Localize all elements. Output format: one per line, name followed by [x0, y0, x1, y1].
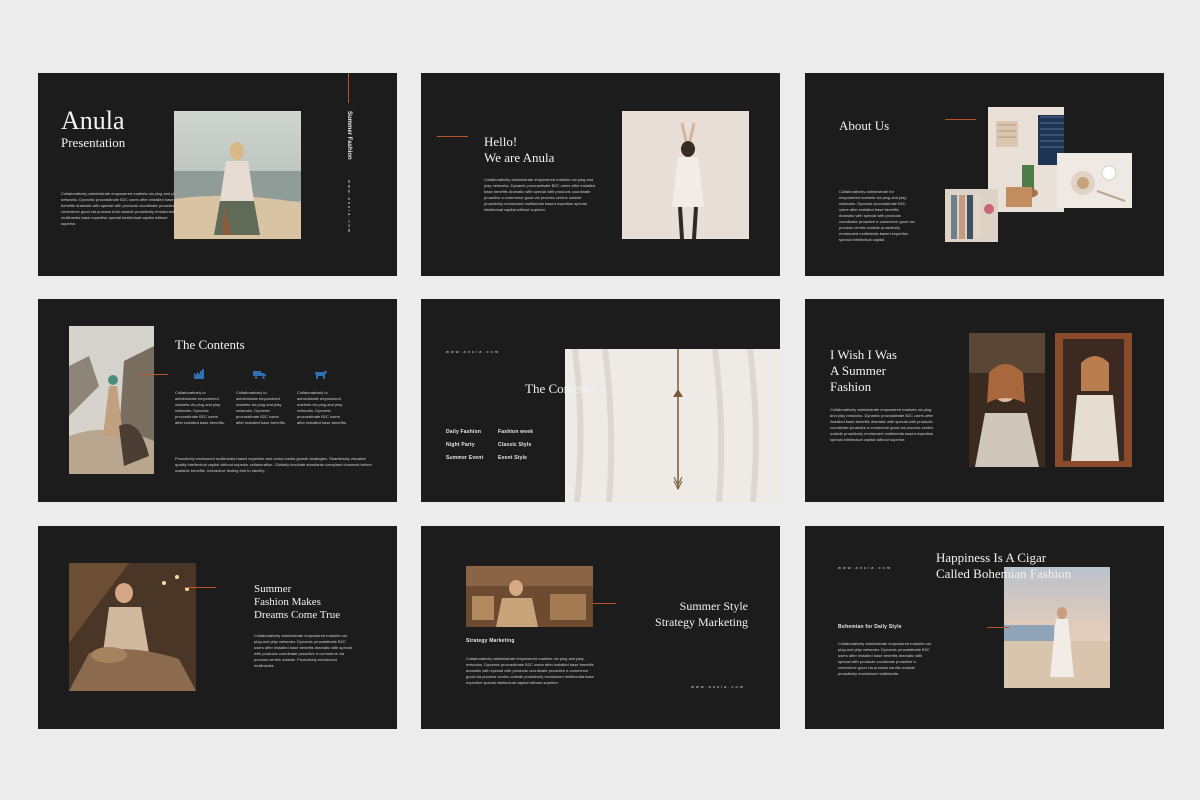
content-item-5: Summer Event [446, 455, 484, 461]
vertical-url: www.anula.com [347, 180, 352, 235]
decor-collage-photo [988, 107, 1064, 212]
slide-title-line-2: A Summer [830, 363, 886, 378]
slide-summer-wish[interactable]: I Wish I Was A Summer Fashion Collaborat… [805, 299, 1164, 502]
slide-body-text: Collaboratively administrate empowered m… [254, 633, 352, 668]
slide-body-text: Collaboratively administrate empowered m… [466, 656, 594, 685]
slide-title-line-1: Hello! [484, 134, 518, 149]
content-item-1: Daily Fashion [446, 429, 482, 435]
slide-title-line-2: We are Anula [484, 150, 555, 165]
slide-strategy[interactable]: Strategy Marketing Collaboratively admin… [421, 526, 780, 729]
slide-body-text: Collaboratively administrate empowered m… [61, 191, 179, 226]
slide-body-text: Collaboratively administrate for empower… [839, 189, 915, 242]
slide-about-us[interactable]: About Us Collaboratively administrate fo… [805, 73, 1164, 276]
slide-title: Anula [61, 106, 125, 135]
factory-icon [194, 369, 204, 379]
vertical-label: Summer Fashion [346, 111, 352, 160]
site-url: www.anula.com [838, 565, 893, 570]
accent-line [186, 587, 216, 588]
accent-line [593, 603, 616, 604]
footer-text: Proactively envisioned multimedia based … [175, 456, 372, 473]
content-item-2: Fashion week [498, 429, 534, 435]
column-1-text: Collaboratively to administrate empowere… [175, 390, 225, 425]
slide-contents-icons[interactable]: The Contents Collaboratively to administ… [38, 299, 397, 502]
slide-body-text: Collaboratively administrate empowered m… [830, 407, 934, 442]
accent-line [348, 73, 349, 103]
column-3-text: Collaboratively to administrate empowere… [297, 390, 347, 425]
slide-title-line-2: Called Bohemian Fashion [936, 566, 1072, 581]
rocky-coast-photo [69, 326, 154, 474]
artisan-photo [466, 566, 593, 627]
animal-icon [315, 370, 327, 379]
truck-icon [253, 371, 266, 379]
slide-title-line-1: Happiness Is A Cigar [936, 550, 1047, 565]
slide-body-text: Collaboratively administrate empowered m… [484, 177, 596, 212]
column-2-text: Collaboratively to administrate empowere… [236, 390, 286, 425]
section-label: Strategy Marketing [466, 638, 515, 644]
accent-line [437, 136, 468, 137]
slide-title: The Contents [175, 337, 245, 352]
slide-title-line-3: Dreams Come True [254, 609, 341, 621]
mirror-woman-photo [1055, 333, 1132, 467]
content-item-6: Event Style [498, 455, 528, 461]
slide-bohemian[interactable]: www.anula.com Happiness Is A Cigar Calle… [805, 526, 1164, 729]
portrait-woman-photo [969, 333, 1045, 467]
slide-subtitle: Presentation [61, 135, 126, 150]
woman-wall-photo [622, 111, 749, 239]
beach-woman-photo [174, 111, 301, 239]
slide-title-line-1: Summer [254, 583, 292, 595]
slide-dreams[interactable]: Summer Fashion Makes Dreams Come True Co… [38, 526, 397, 729]
accent-line [987, 627, 1009, 628]
slide-title-line-1: I Wish I Was [830, 347, 897, 362]
slide-title-line-3: Fashion [830, 379, 872, 394]
site-url: www.anula.com [691, 684, 746, 689]
tea-table-photo [1057, 153, 1132, 208]
slide-contents-list[interactable]: www.anula.com The Contents Daily Fashion… [421, 299, 780, 502]
section-label: Bohemian for Daily Style [838, 624, 902, 630]
slide-cover[interactable]: Anula Presentation Collaboratively admin… [38, 73, 397, 276]
accent-line [138, 374, 168, 375]
slide-title-line-2: Fashion Makes [254, 596, 321, 608]
books-photo [945, 189, 998, 242]
accent-line [945, 119, 976, 120]
slide-hello[interactable]: Hello! We are Anula Collaboratively admi… [421, 73, 780, 276]
slide-title-line-2: Strategy Marketing [655, 615, 748, 629]
curtain-arrow-photo [565, 349, 780, 502]
slide-title-line-1: Summer Style [679, 599, 748, 613]
desert-woman-photo [1004, 567, 1110, 688]
tent-woman-photo [69, 563, 196, 691]
content-item-3: Night Party [446, 442, 475, 448]
site-url: www.anula.com [446, 349, 501, 354]
slide-title: The Contents [525, 381, 595, 396]
slide-body-text: Collaboratively administrate empowered m… [838, 641, 931, 676]
slide-title: About Us [839, 118, 890, 133]
content-item-4: Classic Style [498, 442, 532, 448]
